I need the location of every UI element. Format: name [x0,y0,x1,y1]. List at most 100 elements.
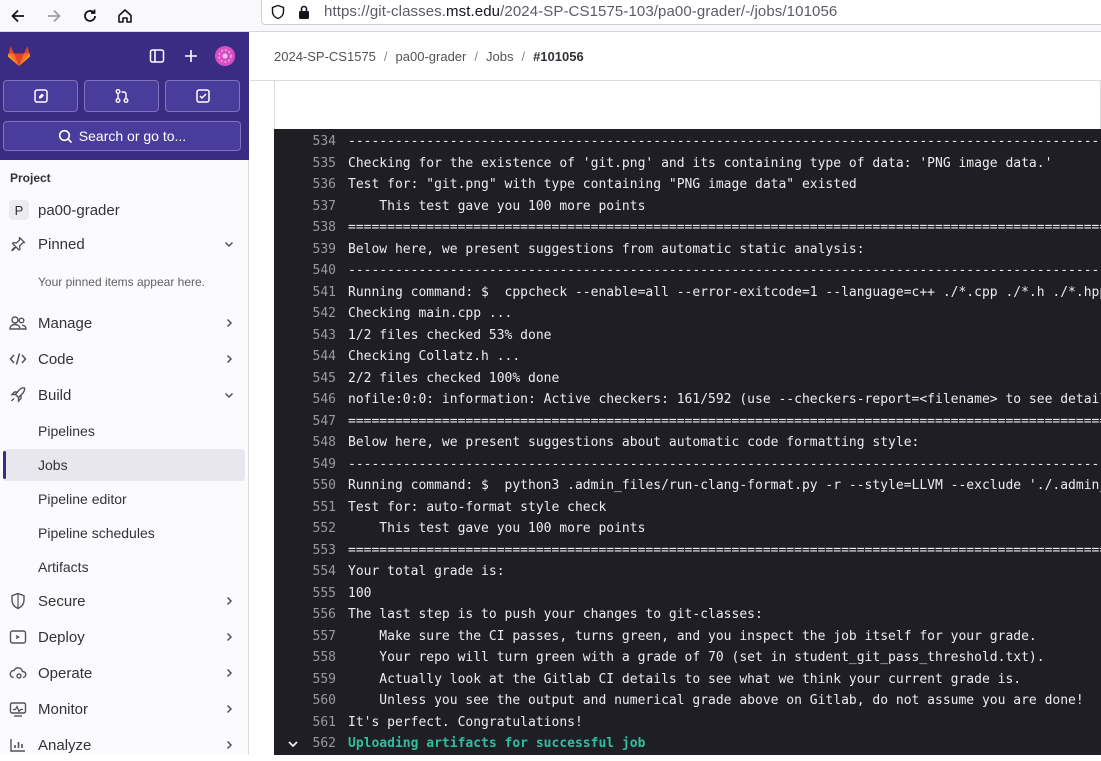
avatar[interactable] [214,45,236,67]
log-line: 542 Checking main.cpp ... [274,303,1101,325]
log-line: 544 Checking Collatz.h ... [274,346,1101,368]
sidebar-item-pipelines[interactable]: Pipelines [3,415,245,447]
issues-icon [33,89,48,103]
log-line-text: Running command: $ python3 .admin_files/… [348,478,1101,494]
url-path: /2024-SP-CS1575-103/pa00-grader/-/jobs/1… [500,3,838,20]
log-line-number[interactable]: 534 [274,134,336,149]
log-line-number[interactable]: 538 [274,220,336,235]
job-log[interactable]: 534 -------------------------------------… [274,129,1101,755]
merge-requests-button[interactable] [84,80,159,112]
log-line-text: Test for: auto-format style check [348,499,607,515]
forward-arrow-icon[interactable] [41,4,67,28]
nav-secure[interactable]: Secure [3,585,245,617]
log-line-text: Test for: "git.png" with type containing… [348,177,857,193]
log-line: 551 Test for: auto-format style check [274,497,1101,519]
log-line-number[interactable]: 561 [274,715,336,730]
sub-label: Jobs [38,457,68,473]
sidebar-item-artifacts[interactable]: Artifacts [3,551,245,583]
log-line-number[interactable]: 550 [274,478,336,493]
nav-code[interactable]: Code [3,343,245,375]
todo-button[interactable] [165,80,240,112]
breadcrumb-group[interactable]: 2024-SP-CS1575 [274,49,376,64]
breadcrumb: 2024-SP-CS1575 / pa00-grader / Jobs / #1… [274,49,584,64]
plus-icon[interactable] [180,45,202,67]
nav-monitor[interactable]: Monitor [3,693,245,725]
log-line-number[interactable]: 548 [274,435,336,450]
log-line-number[interactable]: 558 [274,650,336,665]
log-line: 539 Below here, we present suggestions fr… [274,239,1101,261]
gitlab-logo-icon[interactable] [6,42,32,68]
nav-label: Deploy [38,628,85,646]
log-line-number[interactable]: 546 [274,392,336,407]
project-link[interactable]: P pa00-grader [3,194,245,226]
log-line-number[interactable]: 535 [274,156,336,171]
sidebar: Search or go to... Project P pa00-grader… [0,32,249,755]
chevron-right-icon [226,354,233,364]
lock-icon[interactable] [297,4,311,25]
sidebar-item-pipeline-schedules[interactable]: Pipeline schedules [3,517,245,549]
chevron-down-icon[interactable] [286,737,300,751]
log-line-number[interactable]: 547 [274,414,336,429]
chevron-right-icon [226,740,233,750]
reload-icon[interactable] [77,4,103,28]
nav-manage[interactable]: Manage [3,307,245,339]
log-line-number[interactable]: 555 [274,586,336,601]
log-line-number[interactable]: 537 [274,199,336,214]
chevron-right-icon [226,596,233,606]
breadcrumb-jobs[interactable]: Jobs [486,49,513,64]
log-line-number[interactable]: 554 [274,564,336,579]
breadcrumb-project[interactable]: pa00-grader [396,49,467,64]
sidebar-item-pipeline-editor[interactable]: Pipeline editor [3,483,245,515]
log-line-number[interactable]: 543 [274,328,336,343]
log-line-number[interactable]: 557 [274,629,336,644]
log-line-number[interactable]: 542 [274,306,336,321]
sub-label: Pipeline schedules [38,525,155,541]
back-arrow-icon[interactable] [5,4,31,28]
main-content: 2024-SP-CS1575 / pa00-grader / Jobs / #1… [250,32,1101,755]
log-line-number[interactable]: 549 [274,457,336,472]
log-line-number[interactable]: 544 [274,349,336,364]
log-line: 555 100 [274,583,1101,605]
log-line-number[interactable]: 559 [274,672,336,687]
log-line-text: Checking for the existence of 'git.png' … [348,155,1053,171]
breadcrumb-current-job[interactable]: #101056 [533,49,584,64]
home-icon[interactable] [112,4,138,28]
log-line-text: Below here, we present suggestions about… [348,435,920,451]
address-bar[interactable]: https://git-classes.mst.edu/2024-SP-CS15… [261,0,1101,25]
issues-button[interactable] [3,80,78,112]
log-line-text: The last step is to push your changes to… [348,607,763,623]
log-line-number[interactable]: 545 [274,371,336,386]
log-line-number[interactable]: 556 [274,607,336,622]
tracking-shield-icon[interactable] [270,4,286,25]
nav-operate[interactable]: Operate [3,657,245,689]
log-line-text: ----------------------------------------… [348,456,1101,472]
log-line-number[interactable]: 552 [274,521,336,536]
log-line-text: Below here, we present suggestions from … [348,241,865,257]
nav-deploy[interactable]: Deploy [3,621,245,653]
nav-build[interactable]: Build [3,379,245,411]
log-line: 556 The last step is to push your changes… [274,604,1101,626]
log-line-number[interactable]: 562 [274,736,336,751]
log-line-number[interactable]: 553 [274,543,336,558]
log-line-number[interactable]: 540 [274,263,336,278]
log-line: 538 =====================================… [274,217,1101,239]
log-line: 541 Running command: $ cppcheck --enable=… [274,282,1101,304]
log-line: 534 -------------------------------------… [274,131,1101,153]
search-button[interactable]: Search or go to... [3,121,241,151]
sidebar-item-jobs[interactable]: Jobs [3,449,245,481]
log-line-number[interactable]: 536 [274,177,336,192]
toggle-sidebar-icon[interactable] [146,45,168,67]
pinned-toggle[interactable]: Pinned [3,228,245,260]
nav-label: Manage [38,314,93,332]
log-line-number[interactable]: 539 [274,242,336,257]
browser-toolbar: https://git-classes.mst.edu/2024-SP-CS15… [0,0,1101,32]
monitor-icon [9,700,27,718]
log-line-number[interactable]: 560 [274,693,336,708]
rocket-icon [9,386,27,404]
nav-analyze[interactable]: Analyze [3,729,245,761]
log-line-number[interactable]: 541 [274,285,336,300]
log-line: 546 nofile:0:0: information: Active check… [274,389,1101,411]
nav-label: Operate [38,664,93,682]
breadcrumb-separator: / [474,49,478,64]
log-line-number[interactable]: 551 [274,500,336,515]
